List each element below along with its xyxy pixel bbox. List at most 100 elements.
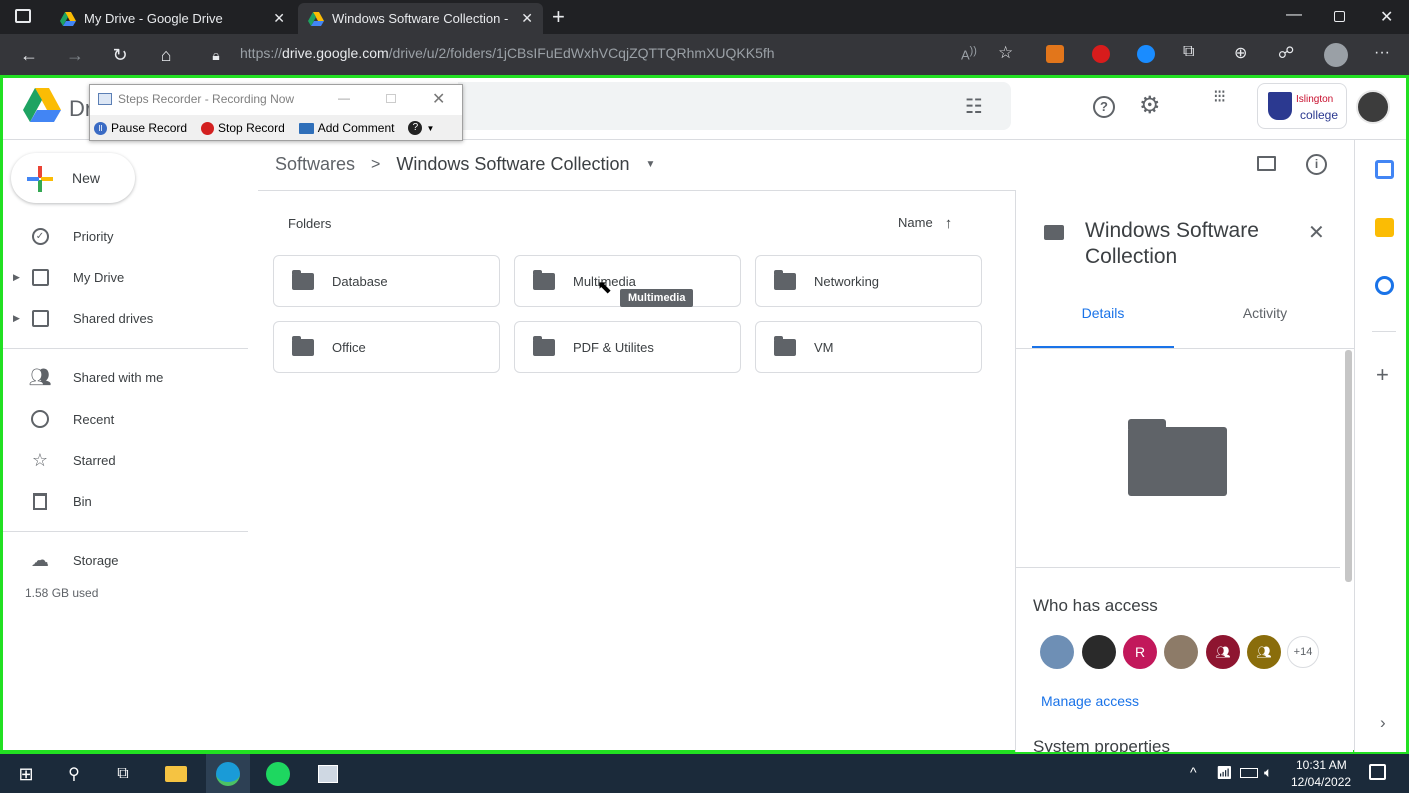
- preview-divider: [1016, 567, 1340, 568]
- extensions-icon[interactable]: ⧉: [1183, 43, 1194, 61]
- back-icon[interactable]: ←: [17, 43, 41, 67]
- collections-icon[interactable]: ⊕: [1234, 43, 1247, 63]
- close-icon[interactable]: ✕: [521, 10, 533, 27]
- avatar[interactable]: [1040, 635, 1074, 669]
- folder-card[interactable]: Office: [273, 321, 500, 373]
- user-avatar[interactable]: [1356, 90, 1390, 124]
- tray-chevron-icon[interactable]: ^: [1190, 764, 1197, 780]
- search-bar[interactable]: ☷: [458, 82, 1011, 130]
- tab-actions-icon[interactable]: [15, 9, 31, 23]
- chevron-right-icon[interactable]: ›: [1380, 713, 1386, 733]
- sidebar-item-recent[interactable]: Recent: [3, 401, 248, 437]
- info-icon[interactable]: i: [1306, 154, 1327, 175]
- group-avatar[interactable]: 👥︎: [1206, 635, 1240, 669]
- more-menu-icon[interactable]: ···: [1374, 44, 1390, 62]
- read-aloud-icon[interactable]: A)): [961, 45, 977, 62]
- calendar-icon[interactable]: [1375, 160, 1394, 179]
- stop-record-label: Stop Record: [218, 121, 285, 135]
- steps-recorder-taskbar-icon[interactable]: [314, 760, 342, 788]
- share-icon[interactable]: ☍: [1278, 43, 1294, 63]
- expand-arrow-icon[interactable]: ▶: [13, 272, 20, 283]
- close-window-button[interactable]: ✕: [1380, 7, 1393, 27]
- new-tab-button[interactable]: +: [552, 4, 565, 30]
- more-people-badge[interactable]: +14: [1287, 636, 1319, 668]
- folder-card[interactable]: Networking: [755, 255, 982, 307]
- reload-icon[interactable]: ↻: [108, 43, 132, 67]
- sidebar-item-starred[interactable]: ☆ Starred: [3, 442, 248, 478]
- metamask-extension-icon[interactable]: [1046, 45, 1064, 63]
- steps-help-button[interactable]: ? ▼: [408, 121, 434, 135]
- new-button[interactable]: New: [11, 153, 135, 203]
- manage-access-link[interactable]: Manage access: [1041, 693, 1139, 709]
- apps-grid-icon[interactable]: ⁝⁝⁝: [1213, 87, 1226, 105]
- sidebar-item-my-drive[interactable]: ▶ My Drive: [3, 259, 248, 295]
- clock-date[interactable]: 12/04/2022: [1291, 775, 1351, 789]
- help-icon[interactable]: ?: [1093, 96, 1115, 118]
- sidebar-item-label: Shared with me: [73, 369, 164, 385]
- forward-icon[interactable]: →: [63, 43, 87, 67]
- panel-scrollbar[interactable]: [1345, 350, 1352, 582]
- organization-badge[interactable]: Islington college: [1257, 83, 1347, 129]
- breadcrumb-parent[interactable]: Softwares: [275, 154, 355, 175]
- adblock-extension-icon[interactable]: [1092, 45, 1110, 63]
- tab-details[interactable]: Details: [1032, 305, 1174, 349]
- windows-start-icon[interactable]: ⊞: [12, 760, 40, 788]
- sidebar-item-shared-with-me[interactable]: 👥︎ Shared with me: [3, 359, 248, 395]
- steps-close-button[interactable]: ✕: [432, 89, 445, 109]
- lock-icon[interactable]: 🔒︎: [204, 43, 228, 67]
- add-addon-icon[interactable]: +: [1376, 362, 1389, 388]
- minimize-button[interactable]: —: [1286, 6, 1302, 24]
- sidebar-item-bin[interactable]: Bin: [3, 483, 248, 519]
- avatar[interactable]: R: [1123, 635, 1157, 669]
- settings-gear-icon[interactable]: ⚙: [1139, 91, 1161, 120]
- tab-title: Windows Software Collection - S: [332, 11, 508, 26]
- search-icon[interactable]: ⚲: [60, 760, 88, 788]
- volume-icon[interactable]: 🔈︎: [1264, 764, 1272, 781]
- list-view-icon[interactable]: [1257, 156, 1276, 171]
- group-avatar[interactable]: 👥︎: [1247, 635, 1281, 669]
- add-comment-button[interactable]: Add Comment: [298, 121, 394, 135]
- keep-icon[interactable]: [1375, 218, 1394, 237]
- expand-arrow-icon[interactable]: ▶: [13, 313, 20, 324]
- breadcrumb-current[interactable]: Windows Software Collection: [396, 154, 629, 175]
- dropdown-arrow-icon[interactable]: ▼: [646, 159, 656, 170]
- sidebar-item-shared-drives[interactable]: ▶ Shared drives: [3, 300, 248, 336]
- spotify-icon[interactable]: [264, 760, 292, 788]
- sort-by-name-button[interactable]: Name ↑: [898, 215, 952, 232]
- tasks-icon[interactable]: [1375, 276, 1394, 295]
- tab-activity-label: Activity: [1242, 305, 1288, 321]
- file-explorer-icon[interactable]: [162, 760, 190, 788]
- steps-maximize-button[interactable]: [386, 94, 396, 103]
- shazam-extension-icon[interactable]: [1137, 45, 1155, 63]
- task-view-icon[interactable]: ⧉: [109, 760, 137, 788]
- clock-time[interactable]: 10:31 AM: [1296, 758, 1347, 772]
- tab-activity[interactable]: Activity: [1194, 305, 1336, 349]
- who-has-access-heading: Who has access: [1033, 596, 1158, 615]
- avatar[interactable]: [1082, 635, 1116, 669]
- profile-avatar-icon[interactable]: [1324, 43, 1348, 67]
- close-icon[interactable]: ✕: [273, 10, 285, 27]
- restore-button[interactable]: [1334, 11, 1345, 22]
- home-icon[interactable]: ⌂: [154, 43, 178, 67]
- tab-my-drive[interactable]: My Drive - Google Drive ✕: [50, 3, 295, 34]
- pause-record-button[interactable]: II Pause Record: [94, 121, 187, 135]
- sidebar-item-storage[interactable]: ☁︎ Storage: [3, 542, 248, 578]
- google-drive-logo-icon[interactable]: [23, 88, 61, 122]
- notifications-icon[interactable]: [1369, 764, 1386, 780]
- favorites-icon[interactable]: ☆: [998, 43, 1013, 63]
- steps-minimize-button[interactable]: —: [338, 91, 350, 105]
- folder-card[interactable]: PDF & Utilites: [514, 321, 741, 373]
- close-details-icon[interactable]: ✕: [1308, 220, 1325, 245]
- url-field[interactable]: https://drive.google.com/drive/u/2/folde…: [240, 45, 775, 61]
- tab-windows-software[interactable]: Windows Software Collection - S ✕: [298, 3, 543, 34]
- battery-icon[interactable]: [1240, 768, 1258, 778]
- stop-record-button[interactable]: Stop Record: [201, 121, 285, 135]
- search-options-icon[interactable]: ☷: [965, 94, 983, 119]
- my-drive-icon: [29, 266, 51, 288]
- sidebar-item-priority[interactable]: ✓ Priority: [3, 218, 248, 254]
- avatar[interactable]: [1164, 635, 1198, 669]
- folder-card[interactable]: VM: [755, 321, 982, 373]
- edge-browser-icon[interactable]: [214, 760, 242, 788]
- wifi-icon[interactable]: 📶︎: [1216, 765, 1233, 781]
- folder-card[interactable]: Database: [273, 255, 500, 307]
